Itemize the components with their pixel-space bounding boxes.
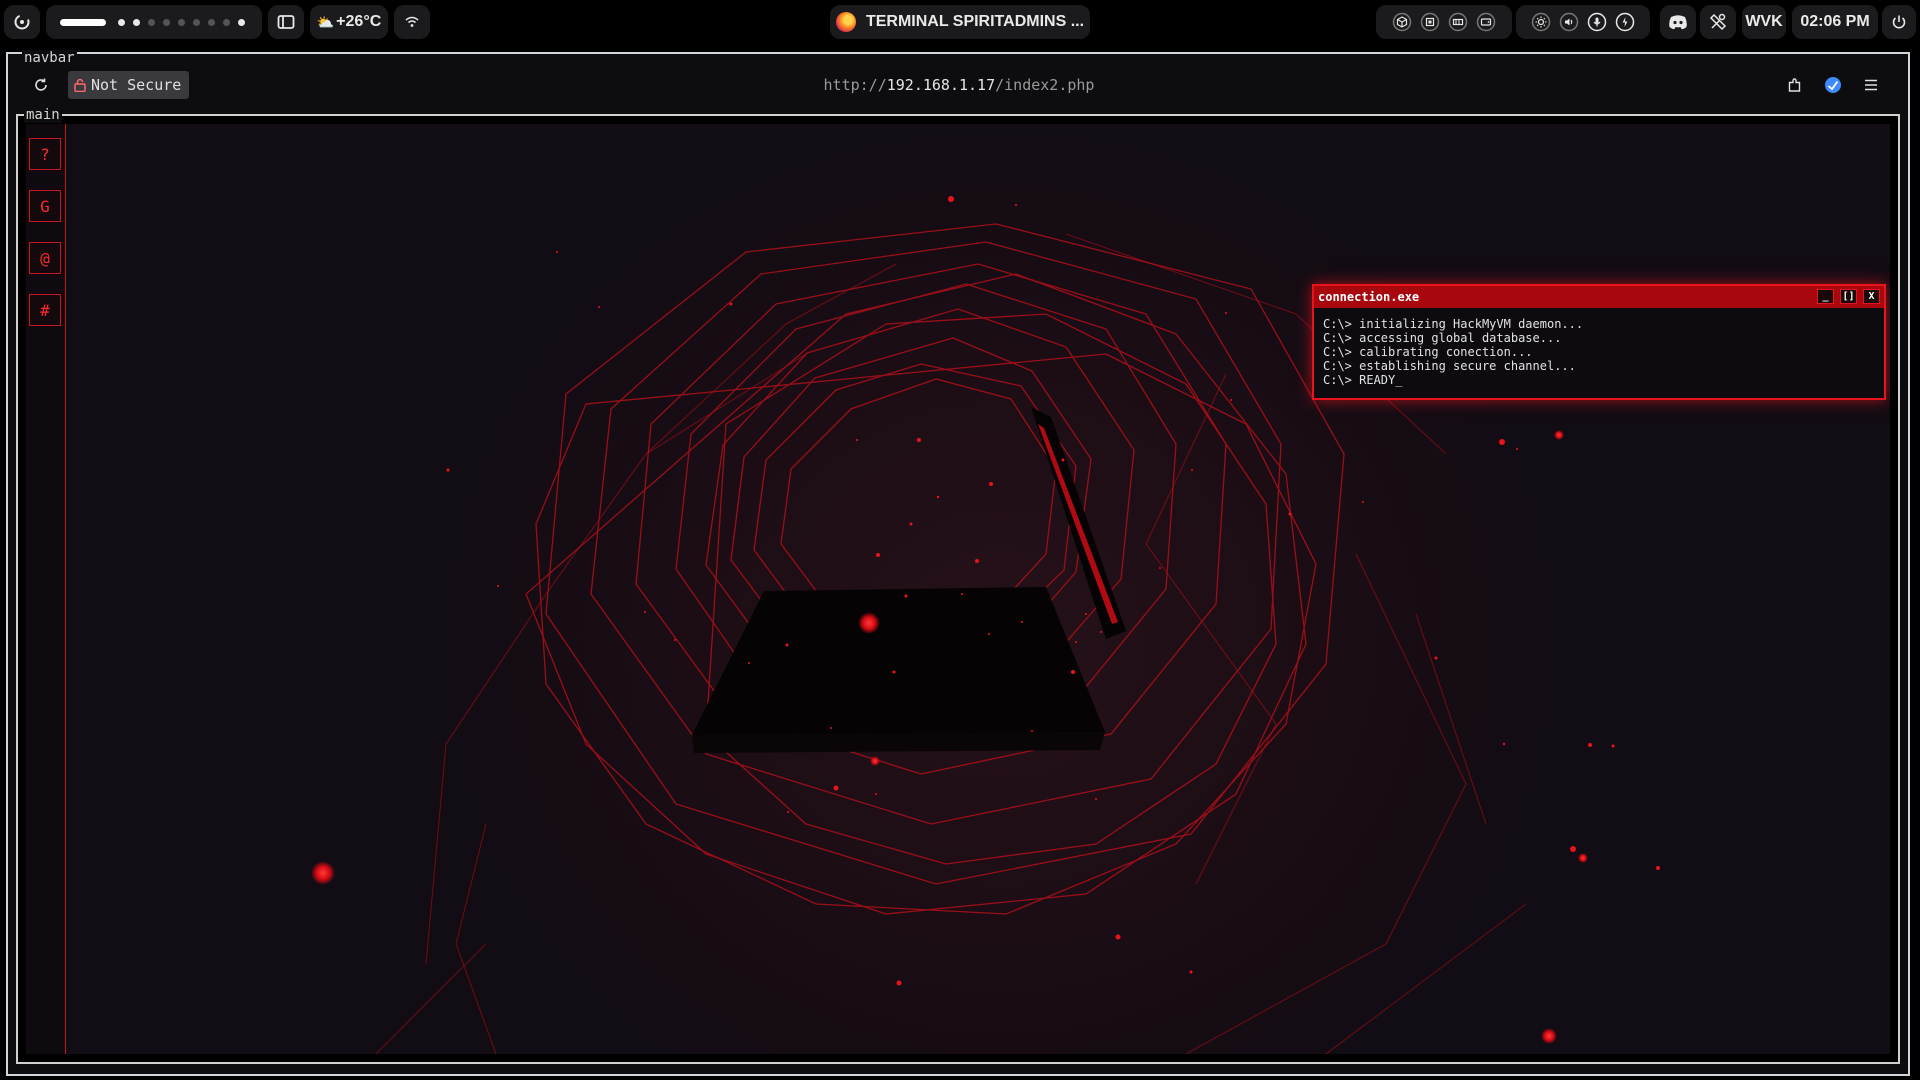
active-window-title[interactable]: TERMINAL SPIRITADMINS ... [830, 5, 1090, 39]
window-title-text: TERMINAL SPIRITADMINS ... [865, 13, 1085, 30]
workspace-indicator[interactable] [147, 18, 155, 26]
battery-status[interactable] [1611, 8, 1639, 36]
url-host: 192.168.1.17 [886, 76, 996, 94]
weather-temperature: +26°C [336, 13, 382, 30]
power-icon [1892, 15, 1906, 29]
terminal-line: C:\> READY_ [1323, 373, 1403, 387]
clock[interactable]: 02:06 PM [1792, 5, 1878, 39]
workspace-indicator-active[interactable] [59, 18, 106, 26]
window-overview-button[interactable] [268, 5, 304, 39]
memory-icon [1448, 12, 1468, 32]
connection-terminal-window[interactable]: connection.exe _ [] X C:\> initializing … [1312, 284, 1886, 400]
workspace-indicator[interactable] [237, 18, 245, 26]
discord-icon [1669, 15, 1687, 30]
system-top-bar: ⛅ +26°C TERMINAL SPIRITADMINS ... WVK 02… [0, 0, 1920, 44]
user-label[interactable]: WVK [1742, 5, 1786, 39]
url-path: /index2.php [995, 76, 1095, 94]
terminal-line: C:\> initializing HackMyVM daemon... [1323, 317, 1584, 331]
battery-charging-icon [1615, 12, 1635, 32]
clock-time: 02:06 PM [1800, 13, 1870, 30]
navbar-frame-label: navbar [22, 50, 77, 66]
brightness-icon [1531, 12, 1551, 32]
menu-button[interactable] [1860, 74, 1882, 96]
tray-item[interactable] [1444, 8, 1472, 36]
system-tray [1376, 5, 1512, 39]
help-nav-button[interactable]: ? [29, 138, 61, 170]
terminal-line: C:\> calibrating conection... [1323, 345, 1533, 359]
weather-widget[interactable]: ⛅ +26°C [310, 5, 388, 39]
profile-avatar-icon [1825, 77, 1841, 93]
web-page: ? G @ # connection.exe _ [] X C:\> initi… [26, 124, 1890, 1054]
discord-tray-button[interactable] [1660, 5, 1696, 39]
terminal-output: C:\> initializing HackMyVM daemon... C:\… [1314, 308, 1884, 387]
workspace-switcher[interactable] [46, 5, 262, 39]
firefox-icon [835, 12, 856, 32]
browser-navbar: Not Secure http://192.168.1.17/index2.ph… [22, 68, 1896, 102]
disk-icon [1476, 12, 1496, 32]
maximize-button[interactable]: [] [1840, 289, 1857, 304]
minimize-button[interactable]: _ [1817, 289, 1834, 304]
launcher-button[interactable] [4, 5, 40, 39]
terminal-line: C:\> accessing global database... [1323, 331, 1562, 345]
power-button[interactable] [1882, 5, 1916, 39]
vortex-animation-canvas [311, 196, 1660, 1054]
contact-nav-button[interactable]: @ [29, 242, 61, 274]
laptop-silhouette [692, 407, 1126, 753]
puzzle-icon [1788, 78, 1801, 92]
terminal-titlebar[interactable]: connection.exe _ [] X [1314, 286, 1884, 308]
main-frame: main ? G @ # connection.exe _ [] X C:\> … [16, 107, 1900, 1064]
workspace-indicator[interactable] [177, 18, 185, 26]
tools-icon [1709, 13, 1727, 31]
close-button[interactable]: X [1863, 289, 1880, 304]
workspace-indicator[interactable] [162, 18, 170, 26]
microphone-icon [1587, 12, 1607, 32]
weather-partly-cloudy-icon: ⛅ [316, 13, 335, 30]
wifi-icon [405, 16, 419, 27]
volume-control[interactable] [1555, 8, 1583, 36]
brightness-control[interactable] [1527, 8, 1555, 36]
terminal-line: C:\> establishing secure channel... [1323, 359, 1576, 373]
g-nav-button[interactable]: G [29, 190, 61, 222]
workspace-indicator[interactable] [207, 18, 215, 26]
launcher-icon [14, 14, 30, 30]
extensions-button[interactable] [1784, 74, 1806, 96]
profile-button[interactable] [1822, 74, 1844, 96]
terminal-title: connection.exe [1318, 290, 1420, 304]
workspace-indicator[interactable] [117, 18, 125, 26]
url-field[interactable]: http://192.168.1.17/index2.php [22, 76, 1896, 94]
main-frame-label: main [24, 107, 62, 123]
network-button[interactable] [394, 5, 430, 39]
username: WVK [1745, 13, 1783, 30]
hash-nav-button[interactable]: # [29, 294, 61, 326]
url-scheme: http:// [823, 76, 887, 94]
tools-tray-button[interactable] [1700, 5, 1736, 39]
side-nav: ? G @ # [26, 124, 66, 1054]
workspace-indicator[interactable] [192, 18, 200, 26]
quick-settings [1516, 5, 1650, 39]
tray-item[interactable] [1416, 8, 1444, 36]
tray-item[interactable] [1472, 8, 1500, 36]
window-icon [277, 15, 295, 29]
cpu-icon [1420, 12, 1440, 32]
terminal-window-controls: _ [] X [1817, 289, 1880, 304]
tray-item[interactable] [1388, 8, 1416, 36]
browser-window: navbar Not Secure http://192.168.1.17/in… [6, 50, 1910, 1076]
workspace-indicator[interactable] [132, 18, 140, 26]
microphone-control[interactable] [1583, 8, 1611, 36]
workspace-indicator[interactable] [222, 18, 230, 26]
speaker-icon [1559, 12, 1579, 32]
hamburger-menu-icon [1865, 79, 1877, 91]
cube-icon [1392, 12, 1412, 32]
